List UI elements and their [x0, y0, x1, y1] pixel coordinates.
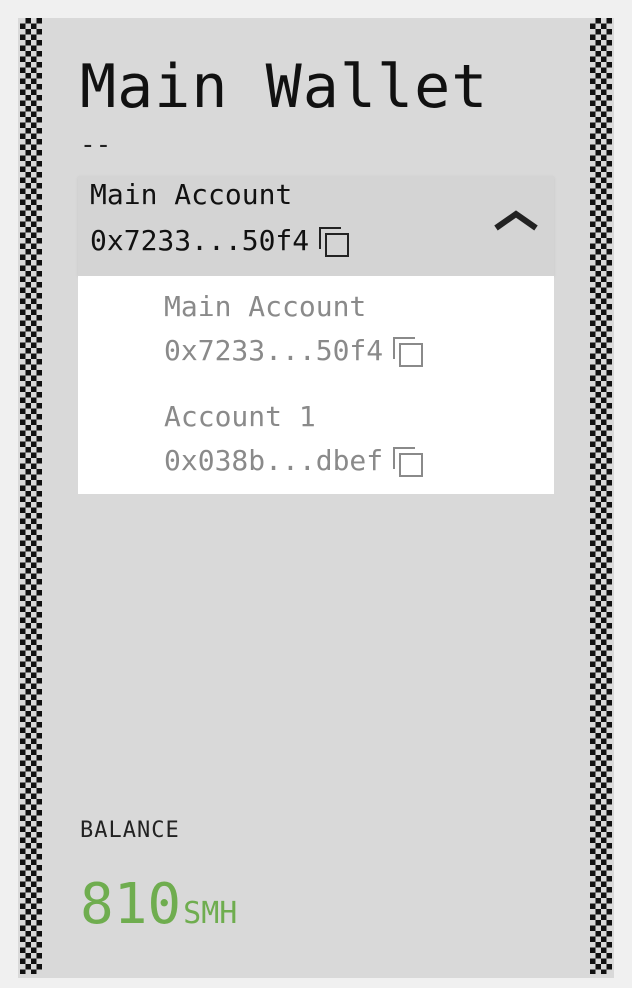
account-option-address: 0x038b...dbef — [164, 444, 384, 477]
copy-icon[interactable] — [319, 227, 351, 257]
balance-value: 810SMH — [80, 872, 237, 937]
chevron-up-icon[interactable] — [494, 208, 538, 232]
copy-icon[interactable] — [393, 447, 425, 477]
balance-amount: 810 — [80, 872, 182, 937]
selected-account-address: 0x7233...50f4 — [90, 224, 310, 257]
account-option-address-row: 0x038b...dbef — [164, 444, 425, 477]
copy-icon[interactable] — [393, 337, 425, 367]
decorative-border-right — [590, 18, 612, 974]
selected-account-name: Main Account — [90, 178, 293, 211]
account-option-name: Account 1 — [164, 400, 316, 433]
wallet-title: Main Wallet — [80, 52, 489, 122]
account-option-address: 0x7233...50f4 — [164, 334, 384, 367]
account-selector[interactable]: Main Account 0x7233...50f4 — [78, 176, 554, 276]
account-option-main-account[interactable]: Main Account 0x7233...50f4 — [164, 280, 544, 380]
balance-unit: SMH — [183, 896, 238, 931]
balance-label: BALANCE — [80, 818, 180, 843]
account-option-address-row: 0x7233...50f4 — [164, 334, 425, 367]
account-option-account-1[interactable]: Account 1 0x038b...dbef — [164, 390, 544, 490]
account-dropdown: Main Account 0x7233...50f4 Account 1 0x0… — [78, 276, 554, 494]
account-option-name: Main Account — [164, 290, 367, 323]
selected-account-address-row: 0x7233...50f4 — [90, 224, 351, 257]
decorative-border-left — [20, 18, 42, 974]
wallet-subtitle: -- — [80, 130, 112, 160]
